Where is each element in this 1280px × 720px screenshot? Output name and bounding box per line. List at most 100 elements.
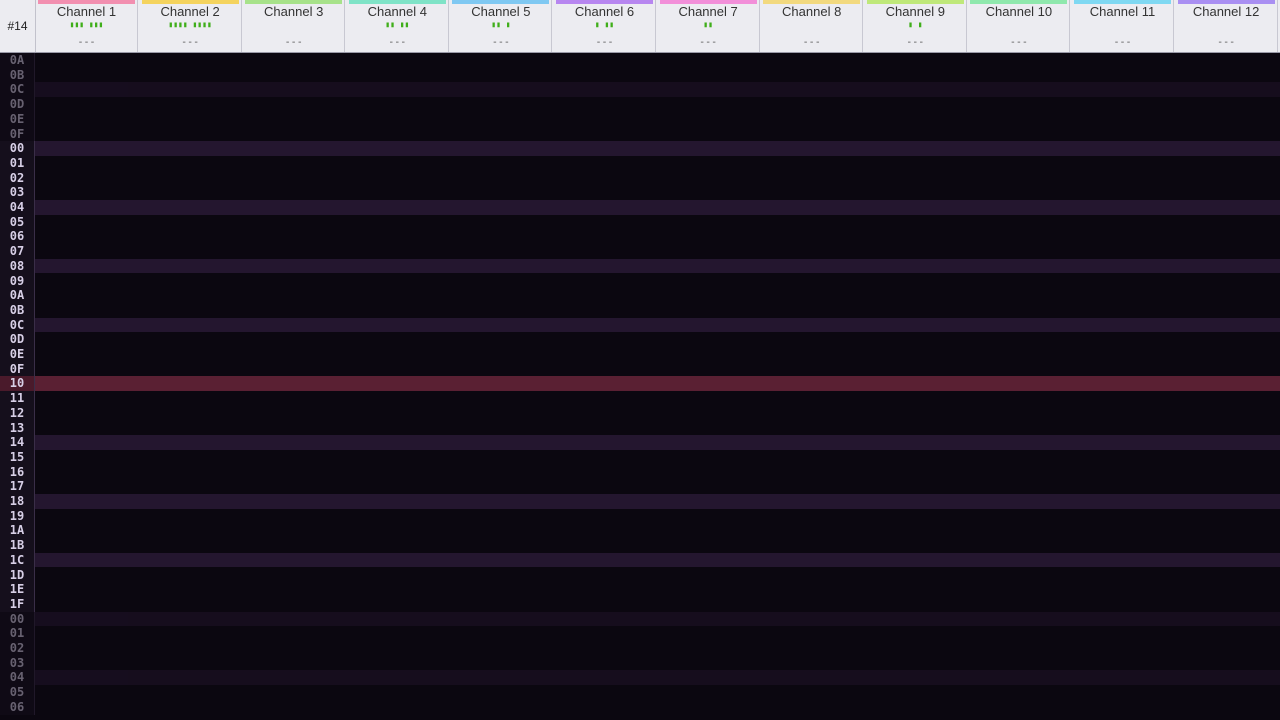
row-number: 1A	[0, 523, 35, 539]
row-number: 05	[0, 685, 35, 700]
channel-header-1[interactable]: Channel 1 ▮▮▮ ▮▮▮ ---	[36, 0, 138, 52]
pattern-row[interactable]: 1CC-8 10 v64F#5 09 p02. . . . . . . .v32…	[0, 552, 1280, 568]
channel-header-bar: #14 Channel 1 ▮▮▮ ▮▮▮ --- Channel 2 ▮▮▮▮ ▮▮▮…	[0, 0, 1280, 53]
channel-name: Channel 6	[574, 4, 635, 19]
row-number: 0A	[0, 288, 35, 303]
pattern-row[interactable]: 05C-8 01 p09A-4 09 p00. . . . . . . .p00…	[0, 214, 1280, 230]
pattern-row[interactable]: 16C-8 01 p09G-5 09 v56. . . . . . . .. .…	[0, 464, 1280, 480]
pattern-grid[interactable]: 0AC-5 06 v46D-5 09 p00. . . . . . . .. .…	[0, 53, 1280, 720]
channel-effect-indicator: ---	[1113, 37, 1132, 48]
channel-header-9[interactable]: Channel 9 ▮ ▮ ---	[865, 0, 967, 52]
channel-effect-indicator: ---	[802, 37, 821, 48]
channel-name: Channel 8	[782, 4, 842, 19]
channel-header-12[interactable]: Channel 12 ---	[1176, 0, 1278, 52]
pattern-row[interactable]: 15C-8 01 p09A-4 09 p00. . . . . . . .p00…	[0, 449, 1280, 465]
channel-header-5[interactable]: Channel 5 ▮▮ ▮ ---	[450, 0, 553, 52]
row-number: 19	[0, 508, 35, 524]
row-number: 1B	[0, 538, 35, 553]
row-number: 00	[0, 611, 35, 627]
channel-header-10[interactable]: Channel 10 ---	[968, 0, 1071, 52]
row-number: 04	[0, 200, 35, 215]
pattern-row[interactable]: 0BC-8 01 p09p00. . . . . . . .. . . . . …	[0, 302, 1280, 318]
row-number: 18	[0, 494, 35, 509]
row-number: 01	[0, 155, 35, 171]
pattern-row[interactable]: 10C-5 06 v46G-5 09 v56. . . . . . . .C#5…	[0, 376, 1280, 392]
pattern-row[interactable]: 19C-8 01 p09. . . . . . . .. . . . . . .…	[0, 508, 1280, 524]
channel-effect-indicator: ---	[388, 37, 407, 48]
pattern-row[interactable]: 01C-8 01 p09p09. . . . . . . .p00p00p00p…	[0, 626, 1280, 641]
row-number: 00	[0, 141, 35, 156]
pattern-row[interactable]: 00C-5 06 v46A-4 09 v56. . . . . . . .C#5…	[0, 141, 1280, 156]
channel-header-6[interactable]: Channel 6 ▮ ▮▮ ---	[554, 0, 656, 52]
pattern-row[interactable]: 0AC-5 06 v46D-5 09 p00. . . . . . . .. .…	[0, 53, 1280, 68]
pattern-row[interactable]: 04C-6 10 v64. . . . . . . .. . . . . . .…	[0, 200, 1280, 215]
row-number: 10	[0, 376, 35, 392]
channel-header-4[interactable]: Channel 4 ▮▮ ▮▮ ---	[347, 0, 449, 52]
row-number: 1C	[0, 552, 35, 568]
channel-effect-indicator: ---	[699, 37, 718, 48]
channel-volume-meter: ▮▮ ▮	[491, 20, 511, 29]
row-number: 04	[0, 670, 35, 686]
row-number: 06	[0, 229, 35, 245]
channel-volume-meter: ▮▮▮▮ ▮▮▮▮	[168, 20, 212, 29]
channel-header-2[interactable]: Channel 2 ▮▮▮▮ ▮▮▮▮ ---	[140, 0, 242, 52]
pattern-row[interactable]: 12C-8 01 p03p00. . . . . . . .. . . . . …	[0, 405, 1280, 421]
pattern-row[interactable]: 0CC-8 01 p09D-6 09 p00. . . . . . . .. .…	[0, 82, 1280, 98]
pattern-row[interactable]: 0CC-6 10 v64A-5 09 p00. . . . . . . .. .…	[0, 317, 1280, 333]
channel-name: Channel 2	[160, 4, 220, 19]
channel-header-11[interactable]: Channel 11 ---	[1072, 0, 1174, 52]
pattern-row[interactable]: 05C-8 01 p09D-5 09 p00. . . . . . . .p00…	[0, 685, 1280, 700]
pattern-row[interactable]: 1DC-8 01 p09. . . . . . . .. . . . . . .…	[0, 567, 1280, 583]
pattern-row[interactable]: 0BC-6 01 p09p00. . . . . . . .. . . . . …	[0, 67, 1280, 83]
channel-name: Channel 3	[264, 4, 324, 19]
pattern-row[interactable]: 0EC-8 01 p09p00. . . . . . . .. . . . . …	[0, 111, 1280, 127]
row-number: 06	[0, 699, 35, 715]
channel-effect-indicator: ---	[1217, 37, 1236, 48]
pattern-row[interactable]: 02C-8 01 p03p00. . . . . . . .. . . . . …	[0, 170, 1280, 186]
channel-header-3[interactable]: Channel 3 ---	[243, 0, 346, 52]
pattern-row[interactable]: 0EC-8 01 p09p00. . . . . . . .. . . . . …	[0, 347, 1280, 362]
pattern-row[interactable]: 1BC-8 01 p09. . . . . . . .. . . . . . .…	[0, 538, 1280, 553]
pattern-row[interactable]: 0AC-5 06 v46A-4 09 p00. . . . . . . .. .…	[0, 288, 1280, 303]
pattern-row[interactable]: 00C-5 06 v46D-5 09 v56. . . . . . . .D-5…	[0, 611, 1280, 627]
pattern-row[interactable]: 09C-8 01 p09. . . . . . . .. . . . . . .…	[0, 273, 1280, 289]
row-number: 03	[0, 655, 35, 671]
pattern-row[interactable]: 0FC-8 01 p03p00. . . . . . . .. . . . . …	[0, 361, 1280, 377]
pattern-row[interactable]: 1FC-8 01 p03. . . . . . . .. . . . . . .…	[0, 596, 1280, 612]
pattern-row[interactable]: 04C-6 10 v64. . . . . . . .. . . . . . .…	[0, 670, 1280, 686]
pattern-row[interactable]: 1AC-5 06 v46G-5 09 p02. . . . . . . .. .…	[0, 523, 1280, 539]
pattern-row[interactable]: 01C-8 01 p09p00. . . . . . . .p00p00p00p…	[0, 155, 1280, 171]
channel-name: Channel 1	[56, 4, 117, 19]
pattern-row[interactable]: 07C-5 06 v46A-5 09 p00. . . . . . . .v48…	[0, 244, 1280, 259]
pattern-row[interactable]: 18C-8 01 p03p00. . . . . . . .p09p09p09p…	[0, 494, 1280, 509]
pattern-row[interactable]: 06C-8 01 p09G-5 09 v56. . . . . . . .. .…	[0, 229, 1280, 245]
pattern-row[interactable]: 03C-5 06 v46. . . . . . . .. . . . . . .…	[0, 185, 1280, 200]
channel-effect-indicator: ---	[595, 37, 614, 48]
channel-effect-indicator: ---	[491, 37, 510, 48]
pattern-row[interactable]: 0DC-8 01 p09A-4 09 v56. . . . . . . .. .…	[0, 332, 1280, 347]
channel-header-7[interactable]: Channel 7 ▮▮ ---	[658, 0, 760, 52]
pattern-row[interactable]: 02C-8 01 p03p00. . . . . . . .. . . . . …	[0, 641, 1280, 656]
pattern-row[interactable]: 13C-5 06 v46. . . . . . . .. . . . . . .…	[0, 420, 1280, 436]
channel-volume-meter: ▮▮	[703, 20, 713, 29]
pattern-row[interactable]: 0FC-8 01 p03p00. . . . . . . .. . . . . …	[0, 126, 1280, 142]
row-number: 16	[0, 464, 35, 480]
channel-volume-meter: ▮▮ ▮▮	[385, 20, 410, 29]
row-number: 03	[0, 185, 35, 200]
pattern-row[interactable]: 17C-5 06 v46A-5 09 p00. . . . . . . .v48…	[0, 479, 1280, 494]
pattern-row[interactable]: 11C-8 01 p09A-5 09 p00. . . . . . . .p00…	[0, 391, 1280, 406]
channel-name: Channel 12	[1192, 4, 1260, 19]
pattern-row[interactable]: 0DC-8 10 v64D-5 09 v56. . . . . . . .. .…	[0, 97, 1280, 112]
pattern-row[interactable]: 03C-5 06 v46. . . . . . . .. . . . . . .…	[0, 655, 1280, 671]
channel-name: Channel 11	[1089, 4, 1156, 19]
pattern-row[interactable]: 14C-6 10 v64. . . . . . . .. . . . . . .…	[0, 435, 1280, 450]
row-number: 0A	[0, 53, 35, 68]
channel-header-8[interactable]: Channel 8 ---	[761, 0, 864, 52]
pattern-row[interactable]: 06C-8 01 p09C-6 09 v56. . . . . . . .v48…	[0, 699, 1280, 715]
channel-name: Channel 10	[985, 4, 1053, 19]
row-number: 0F	[0, 361, 35, 377]
pattern-row[interactable]: 1EC-8 01 p09E-5 09 p02. . . . . . . .. .…	[0, 582, 1280, 597]
channel-volume-meter: ▮ ▮▮	[594, 20, 615, 29]
pattern-row[interactable]: 08C-8 01 p03p00. . . . . . . .p09p09p09p…	[0, 258, 1280, 274]
row-number: 0D	[0, 97, 35, 112]
